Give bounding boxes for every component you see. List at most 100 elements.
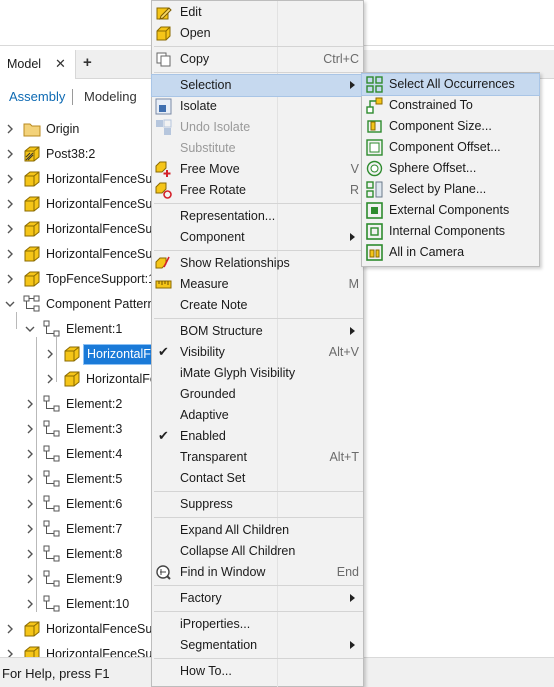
menu-item-contact-set[interactable]: Contact Set xyxy=(152,468,363,489)
chevron-right-icon[interactable] xyxy=(24,546,36,562)
chevron-right-icon[interactable] xyxy=(4,196,16,212)
menu-item-isolate[interactable]: Isolate xyxy=(152,96,363,117)
chevron-right-icon[interactable] xyxy=(24,396,36,412)
submenu-item-external-components[interactable]: External Components xyxy=(362,200,539,221)
chevron-right-icon[interactable] xyxy=(4,146,16,162)
menu-item-label: Open xyxy=(180,26,211,40)
menu-item-open[interactable]: Open xyxy=(152,23,363,44)
tree-item-pattern[interactable]: Component Pattern 1:1 xyxy=(0,292,160,317)
menu-separator xyxy=(154,658,363,659)
add-tab-icon[interactable]: + xyxy=(83,54,92,71)
chevron-right-icon[interactable] xyxy=(4,246,16,262)
menu-item-collapse-all[interactable]: Collapse All Children xyxy=(152,541,363,562)
tree-item-label: Element:9 xyxy=(66,572,123,586)
tree-item-element[interactable]: Element:3 xyxy=(0,417,160,442)
menu-item-representation[interactable]: Representation... xyxy=(152,206,363,227)
menu-item-imate-glyph[interactable]: iMate Glyph Visibility xyxy=(152,363,363,384)
tree-item-element[interactable]: Element:4 xyxy=(0,442,160,467)
tree-item-element[interactable]: Element:2 xyxy=(0,392,160,417)
chevron-right-icon[interactable] xyxy=(4,121,16,137)
menu-item-how-to[interactable]: How To... xyxy=(152,661,363,682)
tree-item-element[interactable]: Element:9 xyxy=(0,567,160,592)
menu-item-component[interactable]: Component xyxy=(152,227,363,248)
chevron-right-icon[interactable] xyxy=(24,521,36,537)
tree-item-part[interactable]: HorizontalFenceSupport:4 xyxy=(0,242,160,267)
tree-item-post[interactable]: Post38:2 xyxy=(0,142,160,167)
tree-item-part[interactable]: HorizontalFenceSupport:8 xyxy=(0,642,160,657)
menu-item-transparent[interactable]: Transparent Alt+T xyxy=(152,447,363,468)
part-hatched-icon xyxy=(22,144,42,164)
tree-item-origin[interactable]: Origin xyxy=(0,117,160,142)
menu-item-find-in-window[interactable]: Find in Window End xyxy=(152,562,363,583)
tree-item-element[interactable]: Element:5 xyxy=(0,467,160,492)
menu-item-copy[interactable]: Copy Ctrl+C xyxy=(152,49,363,70)
tree-item-element[interactable]: Element:10 xyxy=(0,592,160,617)
chevron-right-icon[interactable] xyxy=(24,421,36,437)
tree-item-element[interactable]: Element:6 xyxy=(0,492,160,517)
menu-item-undo-isolate[interactable]: Undo Isolate xyxy=(152,117,363,138)
menu-item-selection[interactable]: Selection xyxy=(151,74,364,97)
menu-item-bom-structure[interactable]: BOM Structure xyxy=(152,321,363,342)
chevron-right-icon[interactable] xyxy=(4,646,16,657)
chevron-right-icon[interactable] xyxy=(24,571,36,587)
chevron-right-icon[interactable] xyxy=(4,271,16,287)
chevron-right-icon[interactable] xyxy=(44,346,56,362)
menu-item-measure[interactable]: Measure M xyxy=(152,274,363,295)
menu-item-free-rotate[interactable]: Free Rotate R xyxy=(152,180,363,201)
chevron-right-icon[interactable] xyxy=(4,621,16,637)
chevron-down-icon[interactable] xyxy=(4,296,16,312)
chevron-right-icon[interactable] xyxy=(4,171,16,187)
submenu-item-internal-components[interactable]: Internal Components xyxy=(362,221,539,242)
menu-separator xyxy=(154,46,363,47)
menu-item-substitute[interactable]: Substitute xyxy=(152,138,363,159)
subtab-modeling[interactable]: Modeling xyxy=(84,89,137,104)
tree-item-part[interactable]: HorizontalFenceSupport:2 xyxy=(0,192,160,217)
select-by-plane-icon xyxy=(366,181,383,198)
menu-item-enabled[interactable]: ✔ Enabled xyxy=(152,426,363,447)
chevron-right-icon[interactable] xyxy=(4,221,16,237)
tree-item-label: HorizontalFenceSupport:8 xyxy=(46,647,160,657)
tree-item-part[interactable]: HorizontalFenceSupport:3 xyxy=(0,217,160,242)
submenu-item-all-in-camera[interactable]: All in Camera xyxy=(362,242,539,263)
tree-item-part[interactable]: HorizontalFenceSupport:7 xyxy=(0,617,160,642)
menu-item-label: Show Relationships xyxy=(180,256,290,270)
menu-item-grounded[interactable]: Grounded xyxy=(152,384,363,405)
chevron-down-icon[interactable] xyxy=(24,321,36,337)
menu-item-expand-all[interactable]: Expand All Children xyxy=(152,520,363,541)
submenu-item-component-size[interactable]: Component Size... xyxy=(362,116,539,137)
tree-item-element[interactable]: Element:7 xyxy=(0,517,160,542)
tree-item-element[interactable]: Element:1 xyxy=(0,317,160,342)
tree-item-element[interactable]: Element:8 xyxy=(0,542,160,567)
menu-item-iproperties[interactable]: iProperties... xyxy=(152,614,363,635)
submenu-item-label: Component Offset... xyxy=(389,140,501,154)
menu-item-suppress[interactable]: Suppress xyxy=(152,494,363,515)
chevron-right-icon[interactable] xyxy=(44,371,56,387)
submenu-item-sphere-offset[interactable]: Sphere Offset... xyxy=(362,158,539,179)
menu-item-adaptive[interactable]: Adaptive xyxy=(152,405,363,426)
tab-model[interactable]: Model ✕ xyxy=(0,50,76,79)
tree-item-part[interactable]: HorizontalFenceSupport:6 xyxy=(0,367,160,392)
menu-item-create-note[interactable]: Create Note xyxy=(152,295,363,316)
menu-item-factory[interactable]: Factory xyxy=(152,588,363,609)
chevron-right-icon[interactable] xyxy=(24,446,36,462)
menu-item-visibility[interactable]: ✔ Visibility Alt+V xyxy=(152,342,363,363)
menu-item-show-relationships[interactable]: Show Relationships xyxy=(152,253,363,274)
submenu-item-constrained-to[interactable]: Constrained To xyxy=(362,95,539,116)
chevron-right-icon[interactable] xyxy=(24,471,36,487)
open-part-icon xyxy=(155,25,172,42)
element-icon xyxy=(42,519,62,539)
tree-item-part[interactable]: HorizontalFenceSupport:1 xyxy=(0,167,160,192)
undo-isolate-icon xyxy=(155,119,172,136)
menu-item-free-move[interactable]: Free Move V xyxy=(152,159,363,180)
tree-item-part[interactable]: TopFenceSupport:1 xyxy=(0,267,160,292)
submenu-item-select-by-plane[interactable]: Select by Plane... xyxy=(362,179,539,200)
close-icon[interactable]: ✕ xyxy=(55,56,66,72)
menu-item-segmentation[interactable]: Segmentation xyxy=(152,635,363,656)
chevron-right-icon[interactable] xyxy=(24,596,36,612)
subtab-assembly[interactable]: Assembly xyxy=(9,89,65,104)
submenu-item-component-offset[interactable]: Component Offset... xyxy=(362,137,539,158)
chevron-right-icon[interactable] xyxy=(24,496,36,512)
menu-item-edit[interactable]: Edit xyxy=(152,2,363,23)
tree-item-part-selected[interactable]: HorizontalFenceSupport:5 xyxy=(0,342,160,367)
submenu-item-select-all-occurrences[interactable]: Select All Occurrences xyxy=(361,73,540,96)
